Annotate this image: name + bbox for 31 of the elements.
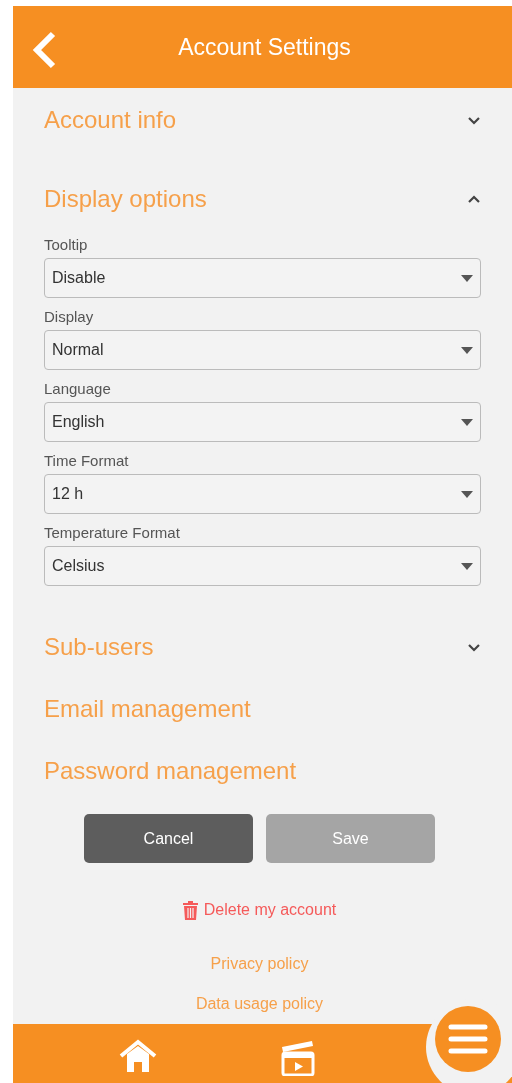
home-button[interactable]: [117, 1038, 159, 1074]
dropdown-arrow-icon: [461, 490, 473, 498]
menu-icon: [448, 1023, 488, 1055]
section-link[interactable]: Password management: [44, 740, 481, 802]
cancel-button[interactable]: Cancel: [84, 814, 253, 863]
accordion-header[interactable]: Account info: [44, 88, 481, 152]
delete-account-link[interactable]: Delete my account: [182, 898, 343, 922]
accordion-header[interactable]: Sub-users: [44, 616, 481, 678]
dropdown-select[interactable]: Celsius: [44, 546, 481, 586]
dropdown-select[interactable]: Normal: [44, 330, 481, 370]
dropdown-arrow-icon: [461, 418, 473, 426]
media-button[interactable]: [279, 1038, 317, 1076]
dropdown-arrow-icon: [461, 346, 473, 354]
home-icon: [118, 1039, 158, 1073]
field-label: Temperature Format: [44, 524, 181, 542]
field-label: Tooltip: [44, 236, 89, 254]
accordion-header[interactable]: Display options: [44, 152, 481, 232]
dropdown-select[interactable]: 12 h: [44, 474, 481, 514]
dropdown-arrow-icon: [461, 274, 473, 282]
trash-icon: [182, 900, 198, 920]
dropdown-select[interactable]: Disable: [44, 258, 481, 298]
window-title: Account Settings: [177, 32, 351, 62]
dropdown-select[interactable]: English: [44, 402, 481, 442]
field-label: Time Format: [44, 452, 130, 470]
policy-link[interactable]: Privacy policy: [210, 952, 315, 976]
field-label: Language: [44, 380, 112, 398]
dropdown-arrow-icon: [461, 562, 473, 570]
section-link[interactable]: Email management: [44, 678, 481, 740]
field-label: Display: [44, 308, 95, 326]
clapperboard-icon: [280, 1038, 316, 1076]
policy-link[interactable]: Data usage policy: [195, 992, 330, 1016]
